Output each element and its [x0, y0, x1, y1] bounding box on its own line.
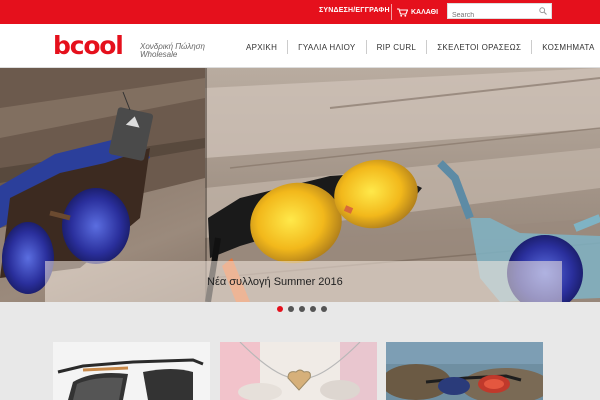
brand-logo[interactable]: bcool	[53, 33, 124, 59]
hero-caption-text: Νέα συλλογή Summer 2016	[207, 276, 343, 288]
login-register-link[interactable]: ΣΥΝΔΕΣΗ/ΕΓΓΡΑΦΗ	[319, 7, 390, 14]
nav-item-rip-curl[interactable]: RIP CURL	[367, 43, 427, 52]
brand-tagline: Χονδρική Πώληση Wholesale	[140, 43, 205, 59]
product-card[interactable]	[53, 342, 210, 400]
slider-dot[interactable]	[320, 306, 327, 312]
slider-dot[interactable]	[287, 306, 294, 312]
hero-caption: Νέα συλλογή Summer 2016	[45, 261, 562, 302]
slider-dot[interactable]	[309, 306, 316, 312]
nav-item-home[interactable]: ΑΡΧΙΚΗ	[236, 43, 287, 52]
nav-item-eyeglass-frames[interactable]: ΣΚΕΛΕΤΟΙ ΟΡΑΣΕΩΣ	[427, 43, 531, 52]
topbar-divider	[391, 4, 392, 20]
product-card[interactable]	[220, 342, 377, 400]
nav-item-sunglasses[interactable]: ΓΥΑΛΙΑ ΗΛΙΟΥ	[288, 43, 365, 52]
jewelry-product-image	[220, 342, 377, 400]
slider-dots	[0, 306, 600, 316]
cart-icon	[397, 7, 408, 17]
product-grid	[0, 342, 600, 400]
search-input[interactable]	[448, 8, 536, 23]
main-nav: ΑΡΧΙΚΗ ΓΥΑΛΙΑ ΗΛΙΟΥ RIP CURL ΣΚΕΛΕΤΟΙ ΟΡ…	[236, 40, 600, 54]
slider-dot-group	[276, 306, 327, 316]
slider-dot[interactable]	[298, 306, 305, 312]
nav-item-jewelry[interactable]: ΚΟΣΜΗΜΑΤΑ	[532, 43, 600, 52]
tagline-english: Wholesale	[140, 50, 178, 59]
sunglasses-product-image	[53, 342, 210, 400]
site-header: bcool Χονδρική Πώληση Wholesale ΑΡΧΙΚΗ Γ…	[0, 24, 600, 68]
cart-label: ΚΑΛΑΘΙ	[411, 8, 439, 16]
search-icon[interactable]	[539, 7, 547, 15]
sunglasses-on-rocks-product-image	[386, 342, 543, 400]
search-box	[447, 3, 552, 23]
slider-dot[interactable]	[276, 306, 283, 312]
top-bar: ΣΥΝΔΕΣΗ/ΕΓΓΡΑΦΗ ΚΑΛΑΘΙ	[0, 0, 600, 24]
cart-link[interactable]: ΚΑΛΑΘΙ	[397, 5, 438, 19]
product-card[interactable]	[386, 342, 543, 400]
